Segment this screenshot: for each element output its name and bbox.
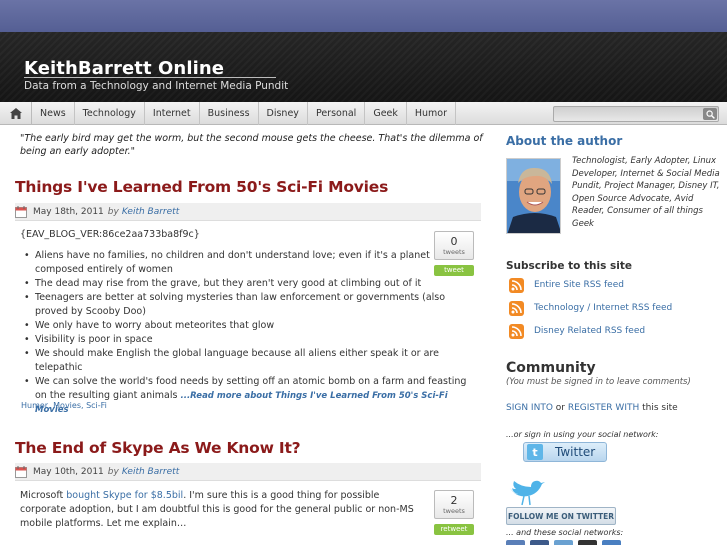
tweet-count-label: tweets xyxy=(443,507,465,515)
search-box xyxy=(553,106,719,126)
twitter-button-label: Twitter xyxy=(555,445,596,459)
nav-items: News Technology Internet Business Disney… xyxy=(32,102,457,125)
post-title[interactable]: Things I've Learned From 50's Sci-Fi Mov… xyxy=(15,178,388,196)
list-item: We should make English the global langua… xyxy=(20,347,475,375)
twitter-bird-icon xyxy=(510,480,545,506)
list-item: Teenagers are better at solving mysterie… xyxy=(20,291,475,319)
calendar-icon xyxy=(15,206,27,218)
post-list: Aliens have no families, no children and… xyxy=(20,249,475,417)
about-heading: About the author xyxy=(506,134,623,148)
social-signin-note: ...or sign in using your social network: xyxy=(506,430,659,439)
facebook-icon[interactable] xyxy=(506,540,525,545)
top-band xyxy=(0,0,727,32)
site-tagline: Data from a Technology and Internet Medi… xyxy=(24,80,289,92)
myspace-icon[interactable] xyxy=(530,540,549,545)
author-avatar xyxy=(506,158,561,234)
twitter-signin-button[interactable]: t Twitter xyxy=(523,442,607,462)
rss-icon xyxy=(509,300,524,316)
post-tags[interactable]: Humor, Movies, Sci-Fi xyxy=(21,401,107,410)
post-body: {EAV_BLOG_VER:86ce2aa733ba8f9c} Aliens h… xyxy=(20,228,475,417)
register-link[interactable]: REGISTER WITH xyxy=(568,403,639,413)
rss-feed-disney[interactable]: Disney Related RSS feed xyxy=(509,323,645,339)
rss-feed-label[interactable]: Disney Related RSS feed xyxy=(534,326,645,336)
header-quote: "The early bird may get the worm, but th… xyxy=(20,133,483,157)
home-icon xyxy=(9,108,22,119)
site-title[interactable]: KeithBarrett Online xyxy=(24,58,224,79)
post-date: May 18th, 2011 xyxy=(33,206,104,217)
sign-into-link[interactable]: SIGN INTO xyxy=(506,403,553,413)
search-button[interactable] xyxy=(703,108,717,120)
tweet-count-label: tweets xyxy=(443,248,465,256)
other-networks-note: ... and these social networks: xyxy=(506,528,624,537)
community-heading: Community xyxy=(506,360,596,376)
google-icon[interactable] xyxy=(602,540,621,545)
author-bio: Technologist, Early Adopter, Linux Devel… xyxy=(572,156,720,229)
title-rule xyxy=(24,77,276,78)
nav-item-humor[interactable]: Humor xyxy=(407,102,457,125)
rss-icon xyxy=(509,323,524,339)
tweet-button[interactable]: tweet xyxy=(434,265,474,276)
tweet-counter: 2 tweets xyxy=(434,490,474,519)
nav-item-technology[interactable]: Technology xyxy=(75,102,145,125)
community-note: (You must be signed in to leave comments… xyxy=(506,377,691,387)
post-title[interactable]: The End of Skype As We Know It? xyxy=(15,439,301,457)
post-date: May 10th, 2011 xyxy=(33,466,104,477)
list-item: Aliens have no families, no children and… xyxy=(20,249,475,277)
list-item: Visibility is poor in space xyxy=(20,333,475,347)
list-item: The dead may rise from the grave, but th… xyxy=(20,277,475,291)
post-text: Microsoft xyxy=(20,490,67,501)
signin-or: or xyxy=(552,403,568,413)
blog-ver-tag: {EAV_BLOG_VER:86ce2aa733ba8f9c} xyxy=(20,229,200,240)
signin-suffix: this site xyxy=(639,403,678,413)
post-meta: May 18th, 2011 by Keith Barrett xyxy=(15,203,481,221)
search-icon xyxy=(705,109,715,119)
rss-icon xyxy=(509,277,524,293)
post-by-label: by xyxy=(107,206,119,217)
post-body: Microsoft bought Skype for $8.5bil. I'm … xyxy=(20,489,425,531)
sidebar: About the author Technologist, Early Ado… xyxy=(498,126,727,545)
site-header: KeithBarrett Online Data from a Technolo… xyxy=(0,32,727,102)
yahoo-icon[interactable] xyxy=(578,540,597,545)
subscribe-heading: Subscribe to this site xyxy=(506,260,632,272)
nav-item-geek[interactable]: Geek xyxy=(365,102,407,125)
nav-item-disney[interactable]: Disney xyxy=(259,102,308,125)
post-author-link[interactable]: Keith Barrett xyxy=(122,207,179,217)
social-network-icons xyxy=(506,540,621,545)
rss-feed-technology[interactable]: Technology / Internet RSS feed xyxy=(509,300,672,316)
rss-feed-label[interactable]: Entire Site RSS feed xyxy=(534,280,624,290)
nav-item-business[interactable]: Business xyxy=(200,102,259,125)
twitter-icon: t xyxy=(527,444,543,460)
retweet-button[interactable]: retweet xyxy=(434,524,474,535)
nav-item-internet[interactable]: Internet xyxy=(145,102,200,125)
signin-line: SIGN INTO or REGISTER WITH this site xyxy=(506,403,678,413)
list-item: We only have to worry about meteorites t… xyxy=(20,319,475,333)
main-content: "The early bird may get the worm, but th… xyxy=(0,126,498,545)
home-button[interactable] xyxy=(0,102,32,125)
rss-feed-label[interactable]: Technology / Internet RSS feed xyxy=(534,303,672,313)
post-by-label: by xyxy=(107,466,119,477)
linkedin-icon[interactable] xyxy=(554,540,573,545)
follow-twitter-button[interactable]: FOLLOW ME ON TWITTER xyxy=(506,507,616,525)
post-author-link[interactable]: Keith Barrett xyxy=(122,467,179,477)
nav-item-personal[interactable]: Personal xyxy=(308,102,366,125)
search-input[interactable] xyxy=(554,112,700,126)
tweet-counter: 0 tweets xyxy=(434,231,474,260)
calendar-icon xyxy=(15,466,27,478)
nav-item-news[interactable]: News xyxy=(32,102,75,125)
main-nav: News Technology Internet Business Disney… xyxy=(0,102,727,126)
rss-feed-site[interactable]: Entire Site RSS feed xyxy=(509,277,624,293)
skype-link[interactable]: bought Skype for $8.5bil xyxy=(66,490,183,501)
list-item: We can solve the world's food needs by s… xyxy=(20,375,475,417)
tweet-count: 0 xyxy=(450,235,458,248)
post-meta: May 10th, 2011 by Keith Barrett xyxy=(15,463,481,481)
tweet-count: 2 xyxy=(450,494,458,507)
